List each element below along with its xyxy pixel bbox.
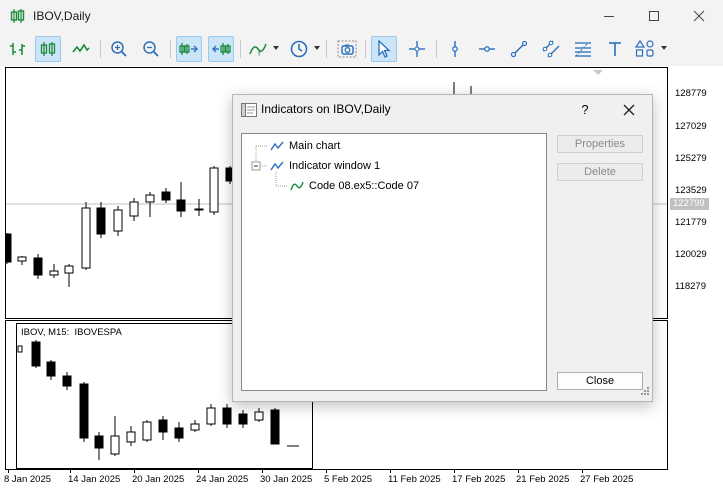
price-label: 123529 (675, 185, 707, 196)
shapes-dropdown-icon[interactable] (661, 46, 667, 50)
candle-body (46, 361, 56, 377)
tree-item-label: Indicator window 1 (289, 160, 381, 172)
horizontal-line-icon[interactable] (474, 36, 500, 62)
channel-icon[interactable] (538, 36, 564, 62)
close-button[interactable]: Close (557, 372, 643, 390)
indicators-dropdown-icon[interactable] (273, 46, 279, 50)
date-label: 21 Feb 2025 (516, 474, 570, 485)
dialog-title: Indicators on IBOV,Daily (261, 102, 391, 116)
delete-button[interactable]: Delete (557, 163, 643, 181)
candle-body (161, 191, 171, 201)
candle-body (17, 256, 27, 262)
candle-body (6, 233, 12, 263)
candle-body (176, 199, 186, 212)
price-label: 118279 (675, 281, 706, 292)
window-title: IBOV,Daily (33, 9, 91, 23)
dialog-window-icon (241, 103, 257, 120)
candle-body (113, 209, 123, 232)
candle-body (142, 421, 152, 441)
help-button[interactable]: ? (575, 100, 595, 120)
candle-body (49, 270, 59, 276)
date-label: 20 Jan 2025 (132, 474, 185, 485)
date-label: 17 Feb 2025 (452, 474, 506, 485)
cursor-icon[interactable] (371, 36, 397, 62)
candle-body (158, 419, 168, 433)
tree-item-indicator-window[interactable]: Indicator window 1 (270, 158, 380, 174)
zoom-in-icon[interactable] (106, 36, 132, 62)
indicators-dialog: Indicators on IBOV,Daily ? Main chart In… (232, 94, 653, 402)
fibonacci-icon[interactable] (570, 36, 596, 62)
close-window-button[interactable] (676, 0, 722, 32)
candle-body (238, 413, 248, 425)
date-label: 5 Feb 2025 (324, 474, 373, 485)
candle-body (174, 427, 184, 439)
candle-body (96, 207, 106, 235)
properties-button[interactable]: Properties (557, 135, 643, 153)
candle-body (81, 207, 91, 269)
date-label: 27 Feb 2025 (580, 474, 634, 485)
candle-body (254, 411, 264, 421)
candle-body (270, 409, 280, 445)
chart-shift-icon[interactable] (208, 36, 234, 62)
chart-line-icon (270, 140, 284, 152)
current-price-label: 122799 (670, 198, 709, 210)
maximize-button[interactable] (631, 0, 677, 32)
text-icon[interactable] (602, 36, 628, 62)
line-chart-icon[interactable] (68, 36, 94, 62)
candle-body (129, 201, 139, 217)
candle-body (190, 423, 200, 431)
timeframe-icon[interactable] (286, 36, 312, 62)
candle-body (145, 194, 155, 203)
indicators-icon[interactable]: f (245, 36, 271, 62)
tree-item-main-chart[interactable]: Main chart (270, 138, 340, 154)
vertical-line-icon[interactable] (442, 36, 468, 62)
chart-line-icon (270, 160, 284, 172)
candle-body (194, 208, 204, 211)
candle-body (126, 431, 136, 443)
trendline-icon[interactable] (506, 36, 532, 62)
candlestick-icon[interactable] (35, 36, 61, 62)
screenshot-icon[interactable] (334, 36, 360, 62)
date-label: 11 Feb 2025 (388, 474, 441, 485)
app-candlestick-icon (10, 9, 26, 26)
candle-body (222, 407, 232, 425)
candle-body (33, 257, 43, 276)
candle-body (62, 375, 72, 387)
tree-item-indicator[interactable]: Code 08.ex5::Code 07 (290, 178, 419, 194)
date-label: 8 Jan 2025 (4, 474, 52, 485)
toolbar: f (0, 32, 723, 67)
bar-chart-icon[interactable] (5, 36, 31, 62)
price-label: 120029 (675, 249, 707, 260)
date-label: 14 Jan 2025 (68, 474, 121, 485)
candle-body (64, 265, 74, 274)
shapes-icon[interactable] (632, 36, 658, 62)
candle-body (209, 167, 219, 213)
price-label: 125279 (675, 153, 707, 164)
tree-item-label: Code 08.ex5::Code 07 (309, 180, 420, 192)
chart-shift-marker (593, 70, 603, 75)
close-icon (623, 104, 635, 116)
tree-item-label: Main chart (289, 140, 341, 152)
minimize-button[interactable] (586, 0, 632, 32)
auto-scroll-icon[interactable] (176, 36, 202, 62)
candle-body (79, 383, 89, 439)
zoom-out-icon[interactable] (138, 36, 164, 62)
date-label: 30 Jan 2025 (260, 474, 313, 485)
resize-grip-icon[interactable] (640, 385, 650, 399)
price-label: 127029 (675, 121, 707, 132)
price-label: 128779 (675, 88, 707, 99)
crosshair-icon[interactable] (404, 36, 430, 62)
title-bar: IBOV,Daily (0, 0, 723, 32)
candle-body (206, 407, 216, 425)
candle-body (94, 435, 104, 449)
date-label: 24 Jan 2025 (196, 474, 249, 485)
price-label: 121779 (675, 217, 707, 228)
candle-body (110, 435, 120, 455)
timeframe-dropdown-icon[interactable] (314, 46, 320, 50)
dialog-close-button[interactable] (619, 100, 639, 120)
candle-body (31, 341, 41, 367)
indicator-icon (290, 180, 304, 192)
indicator-tree[interactable]: Main chart Indicator window 1 Code 08.ex… (241, 133, 547, 391)
